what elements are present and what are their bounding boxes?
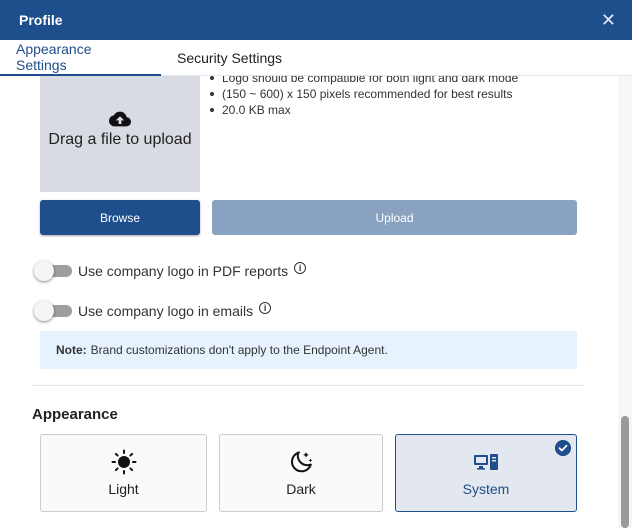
tab-bar: Appearance Settings Security Settings: [0, 40, 632, 76]
logo-dropzone[interactable]: Drag a file to upload: [40, 76, 200, 192]
check-icon: [555, 440, 571, 456]
appearance-option-label: Light: [108, 481, 139, 497]
appearance-option-label: Dark: [286, 481, 316, 497]
info-icon[interactable]: i: [294, 262, 307, 274]
close-icon[interactable]: ✕: [601, 10, 616, 30]
settings-content: Drag a file to upload Logo should be com…: [0, 76, 618, 528]
tab-appearance-settings[interactable]: Appearance Settings: [0, 40, 161, 76]
email-logo-toggle-row: Use company logo in emails i: [34, 301, 272, 321]
pdf-logo-toggle-label: Use company logo in PDF reports: [78, 263, 289, 279]
requirement-item: (150 ~ 600) x 150 pixels recommended for…: [208, 86, 518, 102]
scrollbar-thumb[interactable]: [621, 416, 629, 528]
monitor-desktop-icon: [474, 454, 498, 470]
email-logo-toggle-label: Use company logo in emails: [78, 303, 254, 319]
appearance-option-light[interactable]: Light: [40, 434, 207, 512]
pdf-logo-toggle-row: Use company logo in PDF reports i: [34, 261, 307, 281]
pdf-logo-toggle[interactable]: [34, 261, 72, 281]
content-scrollbar[interactable]: [618, 76, 632, 528]
brand-note: Note: Brand customizations don't apply t…: [40, 331, 577, 369]
note-text: Brand customizations don't apply to the …: [90, 343, 388, 357]
note-prefix: Note:: [56, 343, 87, 357]
appearance-option-system[interactable]: System: [395, 434, 577, 512]
dialog-header: Profile ✕: [0, 0, 632, 40]
dialog-title: Profile: [19, 12, 63, 28]
dropzone-text: Drag a file to upload: [48, 131, 192, 148]
email-logo-toggle[interactable]: [34, 301, 72, 321]
appearance-section-title: Appearance: [32, 406, 118, 423]
moon-stars-icon: [291, 451, 313, 473]
upload-button[interactable]: Upload: [212, 200, 577, 235]
appearance-option-dark[interactable]: Dark: [219, 434, 383, 512]
requirement-item: 20.0 KB max: [208, 102, 518, 118]
requirement-item: Logo should be compatible for both light…: [208, 76, 518, 86]
appearance-option-label: System: [462, 481, 510, 497]
info-icon[interactable]: i: [259, 302, 272, 314]
cloud-upload-icon: [109, 111, 131, 127]
tab-security-settings[interactable]: Security Settings: [161, 40, 298, 76]
logo-requirements-list: Logo should be compatible for both light…: [208, 76, 518, 118]
sun-icon: [111, 449, 136, 475]
browse-button[interactable]: Browse: [40, 200, 200, 235]
section-divider: [32, 385, 585, 386]
